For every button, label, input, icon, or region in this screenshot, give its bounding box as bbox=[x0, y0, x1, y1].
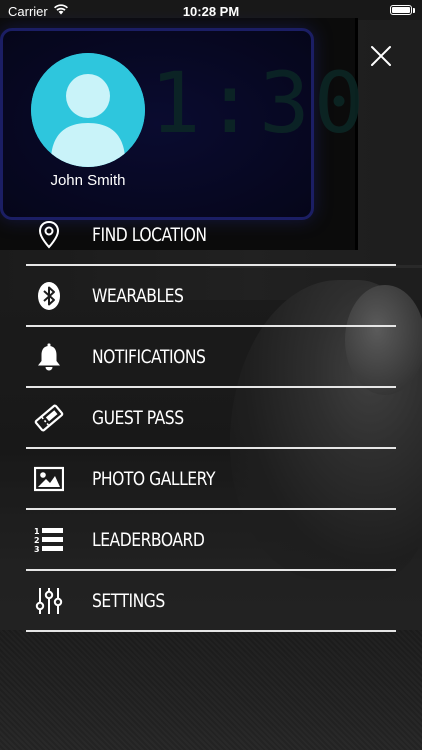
drawer-menu: FIND LOCATION WEARABLES NOTIFICATIONS GU… bbox=[26, 205, 396, 632]
menu-item-leaderboard[interactable]: 1 2 3 LEADERBOARD bbox=[26, 510, 396, 571]
menu-item-notifications[interactable]: NOTIFICATIONS bbox=[26, 327, 396, 388]
menu-item-guest-pass[interactable]: GUEST PASS bbox=[26, 388, 396, 449]
menu-label: PHOTO GALLERY bbox=[92, 468, 215, 490]
close-icon bbox=[371, 46, 391, 66]
menu-label: FIND LOCATION bbox=[92, 224, 207, 246]
menu-item-photo-gallery[interactable]: PHOTO GALLERY bbox=[26, 449, 396, 510]
menu-label: SETTINGS bbox=[92, 590, 165, 612]
menu-item-settings[interactable]: SETTINGS bbox=[26, 571, 396, 632]
svg-text:3: 3 bbox=[34, 545, 40, 554]
menu-item-wearables[interactable]: WEARABLES bbox=[26, 266, 396, 327]
status-bar: Carrier 10:28 PM bbox=[0, 0, 422, 22]
menu-label: WEARABLES bbox=[92, 285, 184, 307]
bluetooth-icon bbox=[34, 281, 64, 311]
menu-label: GUEST PASS bbox=[92, 407, 184, 429]
numbered-list-icon: 1 2 3 bbox=[34, 525, 64, 555]
clock-time: 10:28 PM bbox=[182, 4, 240, 19]
photo-icon bbox=[34, 464, 64, 494]
menu-item-find-location[interactable]: FIND LOCATION bbox=[26, 205, 396, 266]
menu-label: NOTIFICATIONS bbox=[92, 346, 206, 368]
location-pin-icon bbox=[34, 220, 64, 250]
bell-icon bbox=[34, 342, 64, 372]
sliders-icon bbox=[34, 586, 64, 616]
navigation-drawer: John Smith FIND LOCATION WEARABLES NOTIF… bbox=[0, 0, 422, 750]
avatar[interactable] bbox=[31, 53, 145, 167]
svg-text:1: 1 bbox=[34, 527, 40, 536]
menu-label: LEADERBOARD bbox=[92, 529, 205, 551]
ticket-icon bbox=[34, 403, 64, 433]
close-button[interactable] bbox=[368, 43, 394, 69]
user-name[interactable]: John Smith bbox=[28, 172, 148, 189]
svg-text:2: 2 bbox=[34, 536, 40, 545]
battery-icon bbox=[390, 5, 415, 15]
user-avatar-icon bbox=[31, 53, 145, 167]
